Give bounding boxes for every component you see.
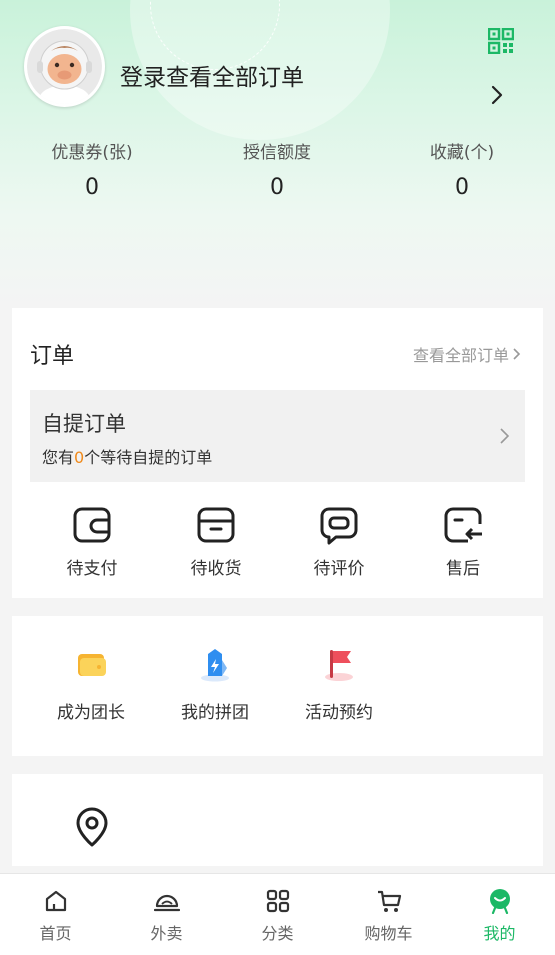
tab-label: 分类 xyxy=(261,924,294,943)
order-status-pending-payment[interactable]: 待支付 xyxy=(42,506,142,579)
order-status-label: 待收货 xyxy=(190,559,242,579)
blue-tag-icon xyxy=(201,649,229,682)
stat-credit[interactable]: 授信额度 0 xyxy=(202,138,352,200)
tool-event-booking[interactable]: 活动预约 xyxy=(284,646,394,723)
tool-label: 成为团长 xyxy=(57,703,125,723)
qr-code-icon[interactable] xyxy=(488,28,514,54)
stat-label: 收藏(个) xyxy=(429,143,495,163)
takeout-icon xyxy=(153,894,180,912)
pickup-orders-panel[interactable]: 自提订单 您有0个等待自提的订单 xyxy=(30,390,525,482)
tool-label: 我的拼团 xyxy=(181,703,249,723)
pickup-sub-prefix: 您有 xyxy=(42,448,75,467)
cart-icon xyxy=(377,890,401,912)
stat-value: 0 xyxy=(455,175,469,200)
profile-icon xyxy=(489,889,510,914)
comment-icon xyxy=(320,507,358,545)
tab-label: 首页 xyxy=(39,924,72,943)
order-status-after-sales[interactable]: 售后 xyxy=(413,506,513,579)
tab-label: 我的 xyxy=(483,924,516,943)
avatar[interactable] xyxy=(24,26,105,107)
order-status-label: 待评价 xyxy=(313,559,365,579)
tab-label: 外卖 xyxy=(150,924,183,943)
chevron-right-icon xyxy=(500,428,510,444)
grid-icon xyxy=(266,889,289,913)
stat-favorites[interactable]: 收藏(个) 0 xyxy=(387,138,537,200)
stat-value: 0 xyxy=(270,175,284,200)
tool-my-group-buy[interactable]: 我的拼团 xyxy=(160,646,270,723)
location-pin-icon[interactable] xyxy=(74,806,110,848)
chevron-right-icon[interactable] xyxy=(489,84,505,106)
stat-label: 授信额度 xyxy=(243,143,311,163)
yellow-wallet-icon xyxy=(78,654,106,676)
tools-card: 成为团长 我的拼团 活动预约 xyxy=(12,616,543,756)
orders-card: 订单 查看全部订单 自提订单 您有0个等待自提的订单 待支付 待收货 待评价 售… xyxy=(12,308,543,598)
tab-takeout[interactable]: 外卖 xyxy=(111,888,222,944)
red-flag-icon xyxy=(325,650,353,681)
address-card xyxy=(12,774,543,866)
order-status-pending-review[interactable]: 待评价 xyxy=(289,506,389,579)
pickup-title: 自提订单 xyxy=(42,412,126,436)
order-status-label: 售后 xyxy=(446,559,480,579)
stat-label: 优惠券(张) xyxy=(51,143,133,163)
login-prompt[interactable]: 登录查看全部订单 xyxy=(120,58,304,92)
pickup-count: 0 xyxy=(74,448,85,467)
wallet-icon xyxy=(73,507,111,543)
return-icon xyxy=(444,507,482,543)
profile-header: 登录查看全部订单 优惠券(张) 0 授信额度 0 收藏(个) 0 xyxy=(0,0,555,310)
pickup-sub-suffix: 个等待自提的订单 xyxy=(84,448,213,467)
view-all-orders-link[interactable]: 查看全部订单 xyxy=(413,342,521,366)
orders-title: 订单 xyxy=(30,344,75,369)
home-icon xyxy=(45,890,66,912)
tool-become-leader[interactable]: 成为团长 xyxy=(36,646,146,723)
order-status-pending-delivery[interactable]: 待收货 xyxy=(166,506,266,579)
stat-value: 0 xyxy=(85,175,99,200)
order-status-label: 待支付 xyxy=(66,559,118,579)
view-all-label: 查看全部订单 xyxy=(412,346,509,365)
tab-profile[interactable]: 我的 xyxy=(444,888,555,944)
stat-coupons[interactable]: 优惠券(张) 0 xyxy=(17,138,167,200)
tab-home[interactable]: 首页 xyxy=(0,888,111,944)
chevron-right-icon xyxy=(513,348,521,360)
stats-row: 优惠券(张) 0 授信额度 0 收藏(个) 0 xyxy=(0,138,555,208)
bottom-tab-bar: 首页 外卖 分类 购物车 我的 xyxy=(0,873,555,955)
tab-cart[interactable]: 购物车 xyxy=(333,888,444,944)
tool-label: 活动预约 xyxy=(305,703,373,723)
tab-categories[interactable]: 分类 xyxy=(222,888,333,944)
pickup-subtitle: 您有0个等待自提的订单 xyxy=(42,444,212,468)
box-icon xyxy=(197,507,235,543)
tab-label: 购物车 xyxy=(364,924,413,943)
